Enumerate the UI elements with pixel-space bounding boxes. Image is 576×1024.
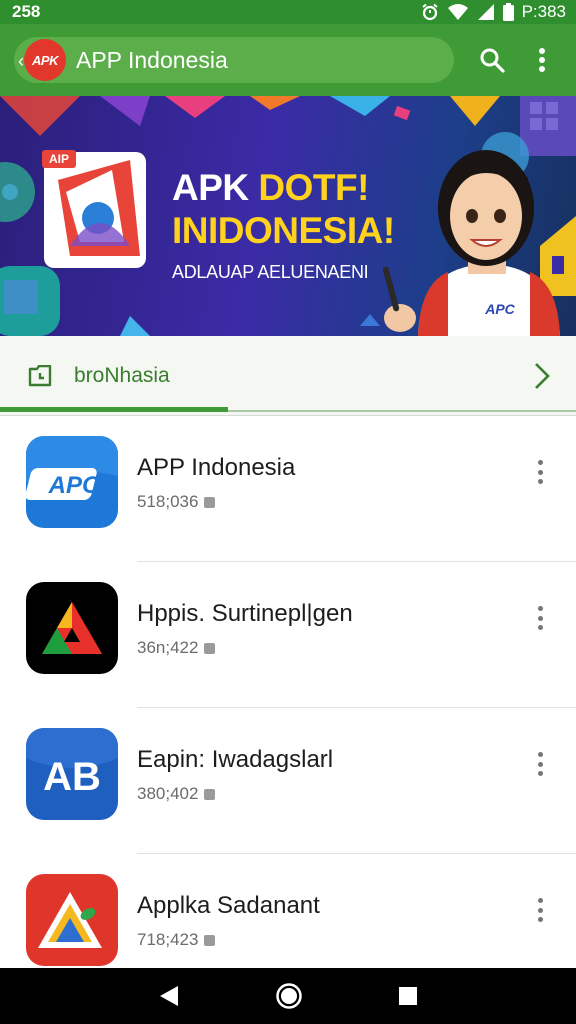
status-time-right: P:383 [521, 2, 566, 21]
app-title: APP Indonesia [76, 46, 228, 73]
home-icon[interactable] [275, 982, 303, 1010]
battery-icon [502, 3, 514, 21]
app-list: APC APP Indonesia 518;036 Hppis. Surtine… [0, 416, 576, 1000]
search-icon [480, 48, 505, 73]
title-pill[interactable]: ‹ APK APP Indonesia [14, 37, 454, 83]
app-name: Eapin: Iwadagslarl [137, 746, 334, 773]
app-icon-triangle [26, 582, 118, 674]
item-more-icon[interactable] [532, 602, 548, 634]
app-meta: 718;423 [137, 930, 216, 950]
app-name: APP Indonesia [137, 454, 296, 481]
overflow-menu-button[interactable] [522, 37, 562, 83]
app-meta-value: 380;402 [137, 784, 199, 803]
banner-headline-accent: DOTF! [258, 167, 369, 208]
app-icon-ab: AB [26, 728, 118, 820]
promo-banner[interactable]: AIP APC APK DOTF! INIDONESIA! ADLAUAP AE… [0, 96, 576, 336]
alarm-icon [421, 3, 438, 21]
ab-icon-text: AB [43, 755, 101, 799]
app-icon-apc: APC [26, 436, 118, 528]
item-more-icon[interactable] [532, 456, 548, 488]
storage-icon [204, 788, 216, 800]
category-tab[interactable]: broNhasia [0, 336, 576, 416]
item-more-icon[interactable] [532, 748, 548, 780]
app-name: Applka Sadanant [137, 892, 320, 919]
item-more-icon[interactable] [532, 894, 548, 926]
app-meta-value: 36n;422 [137, 638, 199, 657]
folder-clock-icon [28, 364, 52, 386]
banner-badge-text: AIP [49, 152, 69, 166]
app-meta-value: 518;036 [137, 492, 199, 511]
category-label: broNhasia [74, 363, 170, 387]
apc-icon-text: APC [48, 472, 100, 499]
mascot-badge: APC [484, 301, 515, 317]
more-vert-icon [539, 48, 545, 72]
list-item[interactable]: Hppis. Surtinepl|gen 36n;422 [0, 562, 576, 708]
signal-icon [477, 4, 494, 20]
app-meta: 380;402 [137, 784, 216, 804]
back-icon[interactable] [158, 984, 180, 1008]
wifi-icon [447, 4, 468, 20]
app-logo: APK [24, 39, 66, 81]
banner-headline-line2: INIDONESIA! [172, 210, 395, 251]
banner-headline-part1: APK [172, 167, 259, 208]
list-item[interactable]: AB Eapin: Iwadagslarl 380;402 [0, 708, 576, 854]
screen: 258 P:383 ‹ APK APP Indonesia AIP APC AP… [0, 0, 576, 1024]
banner-subtitle: ADLAUAP AELUENAENI [172, 262, 369, 282]
storage-icon [204, 496, 216, 508]
app-name: Hppis. Surtinepl|gen [137, 600, 353, 627]
search-button[interactable] [472, 37, 512, 83]
banner-headline: APK DOTF! [172, 168, 369, 208]
tab-rule [228, 410, 576, 412]
status-time-left: 258 [12, 2, 41, 21]
app-meta: 36n;422 [137, 638, 216, 658]
app-meta: 518;036 [137, 492, 216, 512]
app-meta-value: 718;423 [137, 930, 199, 949]
app-icon-sadanant [26, 874, 118, 966]
tab-indicator [0, 407, 228, 412]
back-arrow-icon[interactable]: ‹ [18, 51, 24, 72]
list-item[interactable]: APC APP Indonesia 518;036 [0, 416, 576, 562]
storage-icon [204, 934, 216, 946]
status-icons: P:383 [421, 2, 566, 22]
app-bar: ‹ APK APP Indonesia [0, 24, 576, 96]
status-bar: 258 P:383 [0, 0, 576, 24]
system-nav-bar [0, 968, 576, 1024]
chevron-right-icon[interactable] [534, 362, 550, 390]
storage-icon [204, 642, 216, 654]
recents-icon[interactable] [398, 986, 418, 1006]
